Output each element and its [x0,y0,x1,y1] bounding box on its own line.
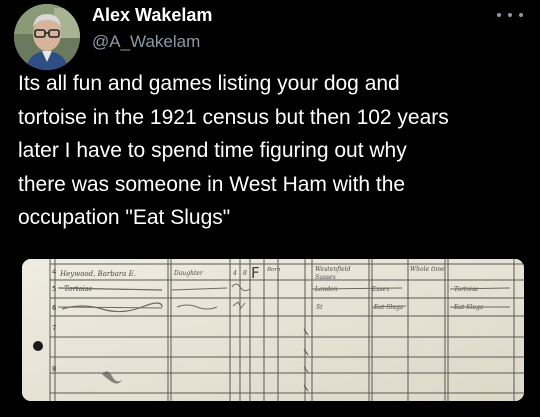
entry-occupation-a: Tortoise [454,286,479,293]
more-dot [497,13,501,17]
more-dot [519,13,523,17]
tweet-card: Alex Wakelam @A_Wakelam Its all fun and … [0,0,540,417]
entry-age-a: 4 [232,270,237,277]
svg-text:7: 7 [52,324,56,332]
more-options-icon[interactable] [497,8,523,22]
author-handle[interactable]: @A_Wakelam [92,32,200,52]
entry-birthplace-d: Essex [371,286,390,293]
tweet-text-line: later I have to spend time figuring out … [18,139,407,162]
entry-status: Born [266,267,281,273]
entry-relation: Daughter [173,270,204,277]
tweet-text-line: occupation "Eat Slugs" [18,206,231,229]
tweet-text: Its all fun and games listing your dog a… [18,67,528,235]
svg-text:5: 5 [52,285,56,293]
author-display-name[interactable]: Alex Wakelam [92,5,212,26]
entry-occupation-b: Eat Slugs [373,304,403,311]
svg-text:6: 6 [52,304,57,312]
entry-birthplace-b: Sussex [315,274,337,281]
svg-text:8: 8 [52,365,56,373]
entry-name: Heywood, Barbara E. [59,270,136,278]
census-record-image[interactable]: 4 5 6 7 8 Heywood, Barbara E. Daughter 4… [22,259,524,401]
tweet-text-line: tortoise in the 1921 census but then 102… [18,105,449,129]
svg-text:4: 4 [52,268,57,276]
svg-text:St: St [316,304,323,311]
avatar[interactable] [14,4,80,70]
entry-birthplace-c: London [314,286,338,293]
tweet-text-line: Its all fun and games listing your dog a… [18,72,400,95]
binding-hole [33,341,43,351]
more-dot [508,13,512,17]
profile-photo-icon [14,4,80,70]
tweet-text-line: there was someone in West Ham with the [18,172,406,196]
entry-birthplace-a: Westenfield [315,266,351,273]
census-form: 4 5 6 7 8 Heywood, Barbara E. Daughter 4… [22,259,524,401]
entry-sex: F [251,264,260,282]
entry-age-b: 8 [243,270,247,277]
entry-school: Whole time [410,266,445,273]
